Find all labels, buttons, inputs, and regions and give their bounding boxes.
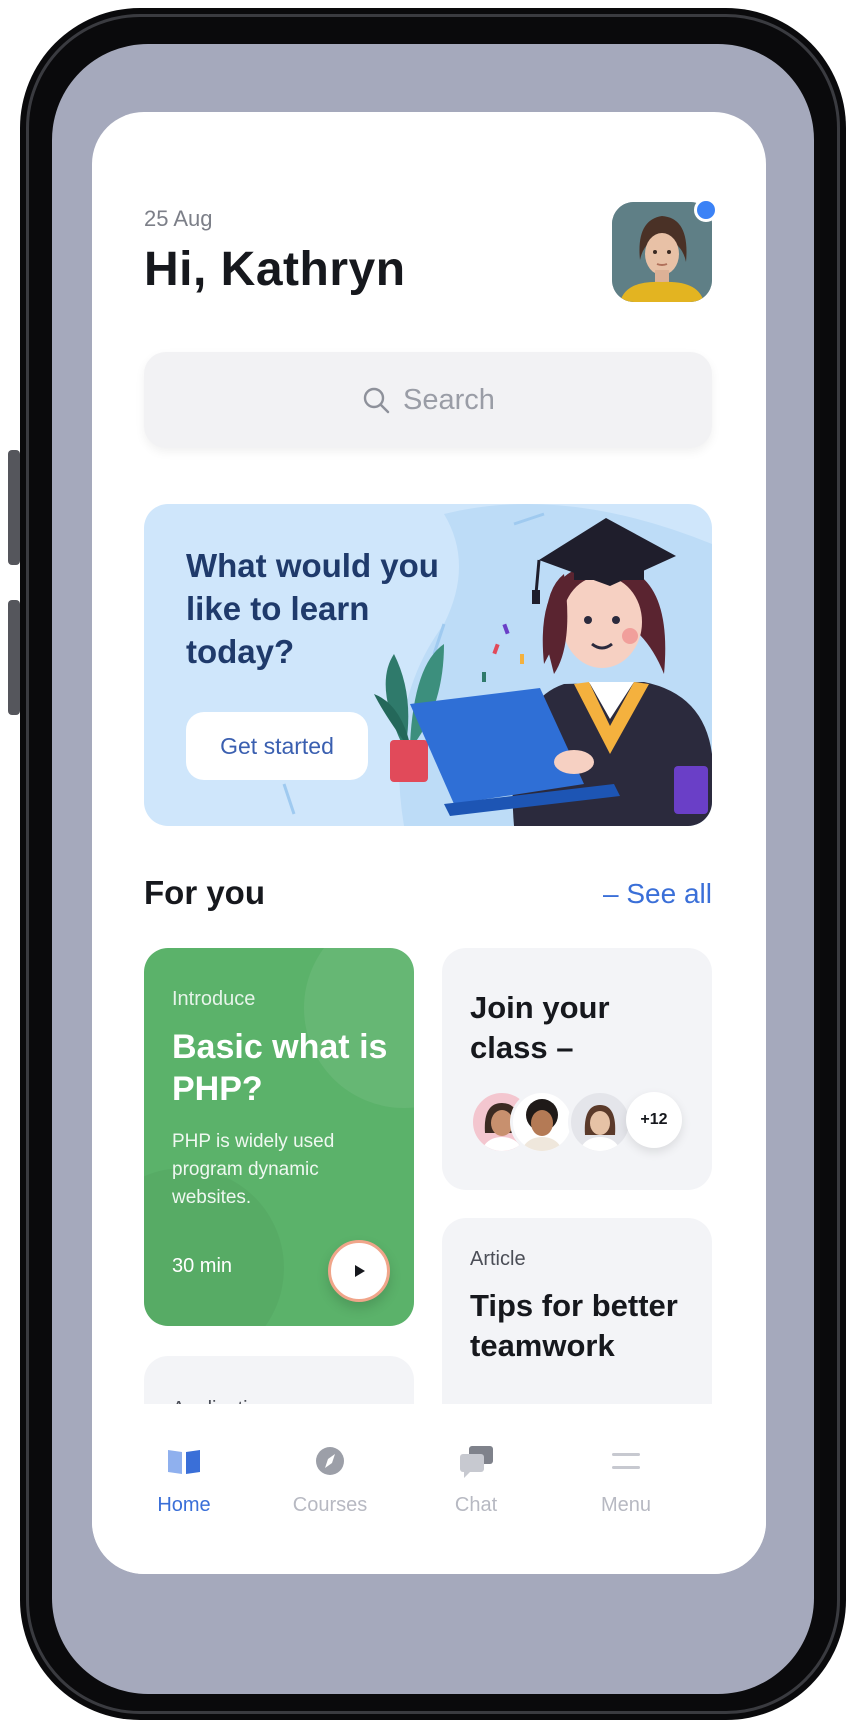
compass-icon (316, 1447, 344, 1475)
search-icon (363, 387, 390, 414)
classmate-avatar (568, 1090, 632, 1154)
more-classmates-badge: +12 (626, 1092, 682, 1148)
lesson-duration: 30 min (172, 1255, 233, 1277)
lesson-description: PHP is widely used program dynamic websi… (172, 1131, 335, 1208)
play-button[interactable] (328, 1240, 390, 1302)
nav-item-chat[interactable]: Chat (416, 1442, 536, 1517)
current-date: 25 Aug (144, 206, 213, 231)
bottom-nav: Home Courses Chat Menu (92, 1404, 766, 1574)
article-title: Tips for better teamwork (470, 1288, 678, 1363)
app-screen: 25 Aug Hi, Kathryn Search What would you… (92, 112, 766, 1574)
search-placeholder: Search (403, 383, 495, 416)
nav-label-courses: Courses (292, 1494, 368, 1516)
nav-label-chat: Chat (454, 1494, 498, 1516)
lesson-card[interactable]: Introduce Basic what is PHP? PHP is wide… (144, 948, 414, 1326)
classmate-avatar (510, 1090, 574, 1154)
get-started-button[interactable]: Get started (186, 712, 368, 780)
for-you-heading: For you (144, 874, 265, 911)
nav-item-home[interactable]: Home (124, 1442, 244, 1517)
chat-icon (460, 1446, 493, 1478)
lesson-kicker: Introduce (172, 988, 256, 1010)
banner-title: What would you like to learn today? (186, 547, 439, 670)
book-icon (168, 1450, 200, 1474)
join-class-card[interactable]: Join your class – +12 (442, 948, 712, 1190)
lesson-title: Basic what is PHP? (172, 1028, 388, 1108)
volume-up-button (8, 450, 20, 565)
classmates-avatars: +12 (470, 1090, 700, 1154)
nav-label-home: Home (157, 1494, 211, 1516)
menu-icon (612, 1453, 640, 1469)
nav-label-menu: Menu (600, 1494, 652, 1516)
learn-banner: What would you like to learn today? Get … (144, 504, 712, 826)
join-class-title: Join your class – (470, 990, 610, 1065)
play-icon (355, 1265, 365, 1277)
greeting-title: Hi, Kathryn (144, 243, 406, 296)
nav-item-courses[interactable]: Courses (270, 1442, 390, 1517)
nav-item-menu[interactable]: Menu (566, 1442, 686, 1517)
see-all-link[interactable]: – See all (603, 878, 712, 910)
article-kicker: Article (470, 1248, 526, 1270)
notification-dot (694, 198, 718, 222)
search-bar[interactable]: Search (144, 352, 712, 448)
volume-down-button (8, 600, 20, 715)
